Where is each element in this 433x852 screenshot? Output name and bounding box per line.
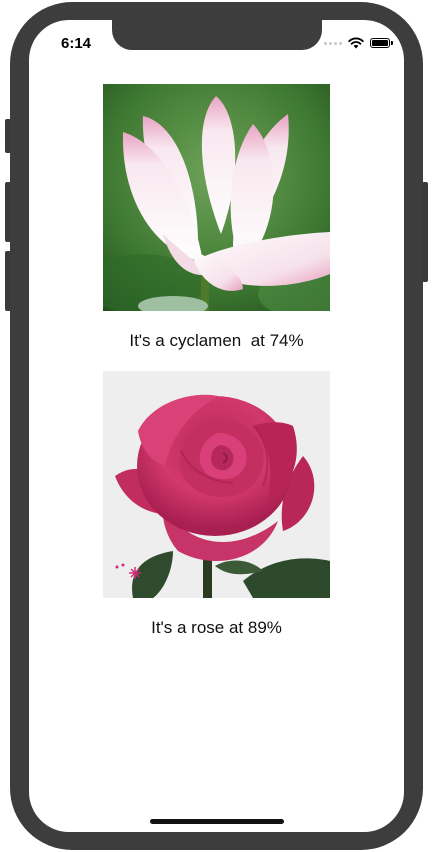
home-indicator[interactable] — [150, 819, 284, 824]
flower-photo-rose — [103, 371, 330, 598]
battery-icon — [370, 38, 393, 48]
status-icons — [324, 37, 393, 49]
device-mockup: 6:14 It's a cyclamen at 74% It's a rose … — [0, 0, 433, 852]
status-time: 6:14 — [61, 35, 92, 52]
flower-photo-lotus — [103, 84, 330, 311]
signal-dots-icon — [324, 41, 342, 45]
app-screen: 6:14 It's a cyclamen at 74% It's a rose … — [29, 20, 404, 832]
wifi-icon — [348, 37, 364, 49]
notch — [112, 20, 322, 50]
result-caption: It's a rose at 89% — [151, 618, 282, 637]
result-caption: It's a cyclamen at 74% — [129, 331, 304, 350]
